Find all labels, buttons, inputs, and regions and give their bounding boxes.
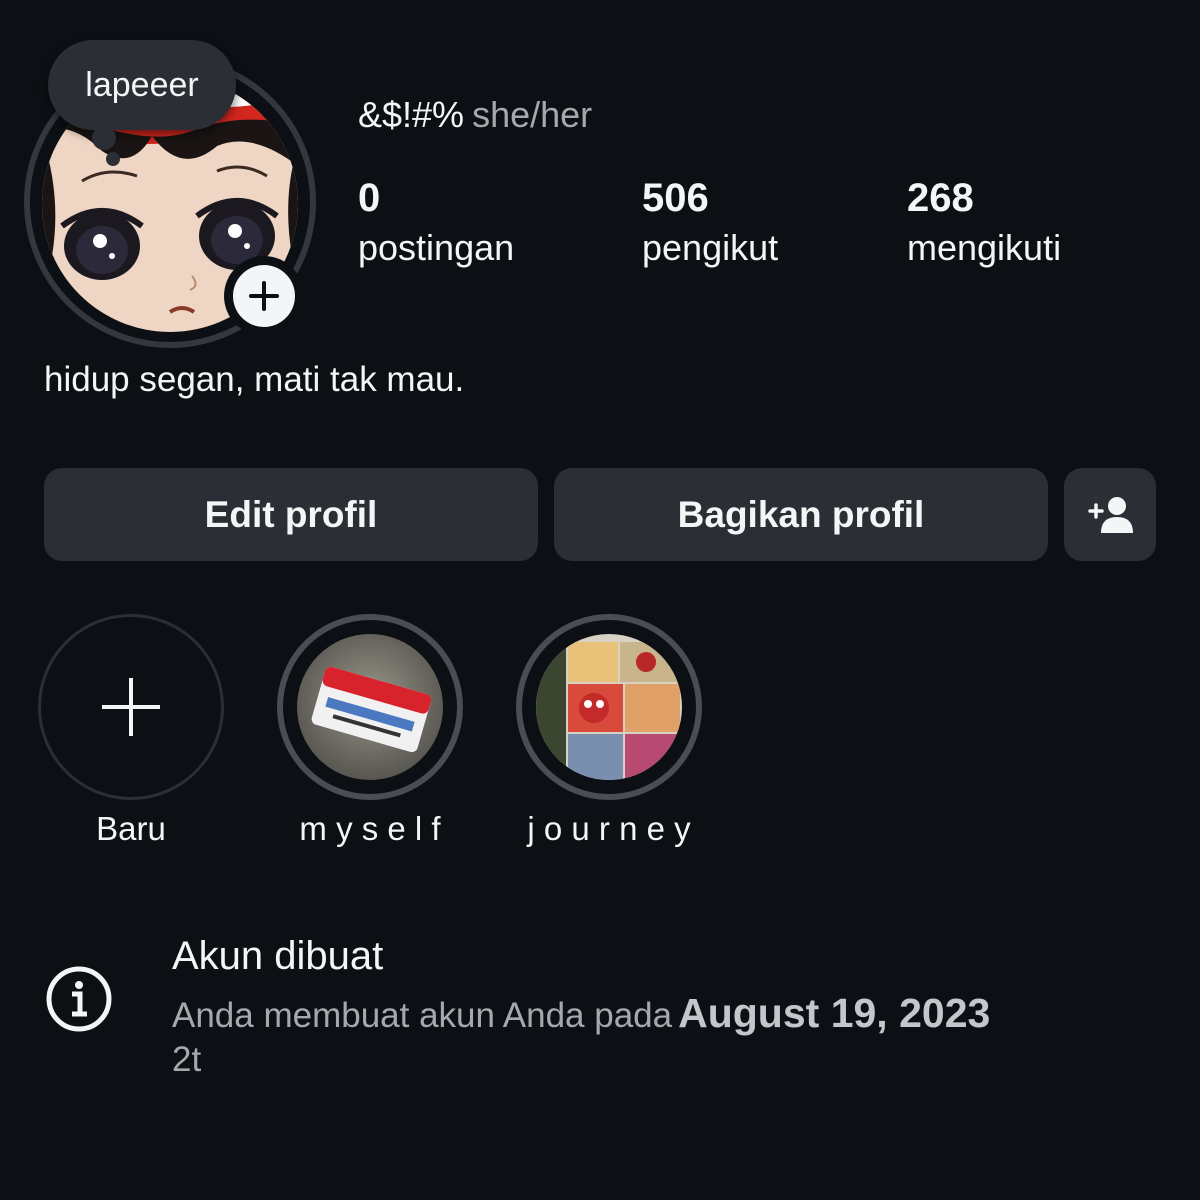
account-info-time: 2t (172, 1040, 202, 1079)
discover-people-button[interactable] (1064, 468, 1156, 561)
add-person-icon (1088, 496, 1133, 533)
plus-icon (102, 678, 160, 736)
highlight-label-journey: j o u r n e y (527, 810, 691, 847)
account-created-date: August 19, 2023 (678, 990, 991, 1036)
note-bubble-tail (92, 126, 116, 150)
profile-page: lapeeer &$!#% she/her 0 postingan 506 pen… (0, 0, 1200, 1200)
account-info-button[interactable] (44, 964, 114, 1034)
highlight-myself-thumbnail (297, 634, 443, 780)
profile-name-line: &$!#% she/her (358, 94, 592, 136)
plus-icon (249, 281, 279, 311)
avatar-add-button[interactable] (224, 256, 304, 336)
profile-bio: hidup segan, mati tak mau. (44, 360, 465, 399)
profile-name: &$!#% (358, 94, 465, 135)
account-info-text: Anda membuat akun Anda pada August 19, 20… (172, 990, 990, 1037)
stat-posts[interactable]: 0 postingan (358, 172, 514, 272)
stat-value: 0 (358, 176, 381, 220)
highlight-label-new: Baru (96, 810, 166, 847)
note-text: lapeeer (85, 65, 199, 104)
edit-profile-button[interactable]: Edit profil (44, 468, 538, 561)
note-bubble[interactable]: lapeeer (48, 40, 236, 130)
account-info-description: Anda membuat akun Anda pada (172, 996, 673, 1035)
share-profile-button[interactable]: Bagikan profil (554, 468, 1048, 561)
stat-value: 268 (907, 176, 974, 220)
account-info-title: Akun dibuat (172, 934, 384, 978)
name-tag-sticker-image (297, 634, 443, 780)
profile-pronouns: she/her (472, 94, 593, 135)
info-icon (46, 966, 112, 1032)
stat-value: 506 (642, 176, 709, 220)
stat-label: mengikuti (907, 227, 1062, 268)
new-highlight-button[interactable] (38, 614, 224, 800)
highlight-label-myself: m y s e l f (299, 810, 441, 847)
stat-label: postingan (358, 227, 515, 268)
stat-following[interactable]: 268 mengikuti (907, 172, 1061, 272)
avatar-add-circle (233, 265, 295, 327)
stat-followers[interactable]: 506 pengikut (642, 172, 778, 272)
comic-book-image (536, 634, 682, 780)
note-bubble-tail-dot (106, 152, 120, 166)
highlight-journey-thumbnail (536, 634, 682, 780)
stat-label: pengikut (642, 227, 779, 268)
